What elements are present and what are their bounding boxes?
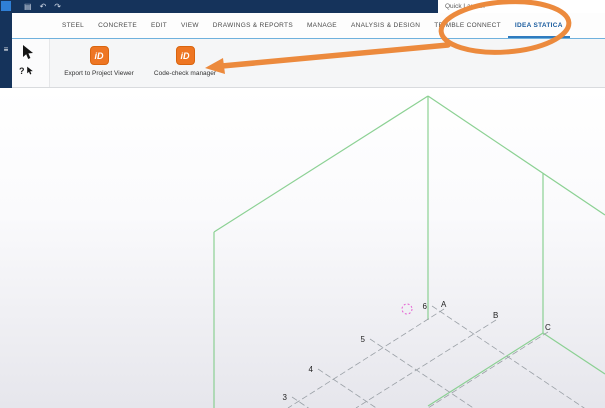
idea-statica-logo-icon: iD <box>176 46 195 65</box>
ribbon-tab-bar: STEEL CONCRETE EDIT VIEW DRAWINGS & REPO… <box>12 13 605 39</box>
ribbon-toolbar: ? iD Export to Project Viewer iD Code-ch… <box>12 39 605 88</box>
export-to-project-viewer-button[interactable]: iD Export to Project Viewer <box>56 39 142 87</box>
grid-label-5: 5 <box>361 335 366 344</box>
tab-view[interactable]: VIEW <box>174 13 206 38</box>
grid-label-c: C <box>545 323 551 332</box>
tab-drawings-reports[interactable]: DRAWINGS & REPORTS <box>206 13 300 38</box>
help-cursor-icon[interactable]: ? <box>19 66 34 76</box>
idea-statica-logo-icon: iD <box>90 46 109 65</box>
tab-concrete[interactable]: CONCRETE <box>91 13 144 38</box>
tab-trimble-connect[interactable]: TRIMBLE CONNECT <box>427 13 508 38</box>
tab-edit[interactable]: EDIT <box>144 13 174 38</box>
grid-lines <box>288 306 605 408</box>
cursor-tool-panel: ? <box>12 39 50 87</box>
grid-label-a: A <box>441 300 447 309</box>
quick-launch-box[interactable]: Quick Launch <box>438 0 605 13</box>
grid-label-b: B <box>493 311 498 320</box>
tab-manage[interactable]: MANAGE <box>300 13 344 38</box>
save-icon[interactable]: ▤ <box>24 0 32 13</box>
app-logo[interactable] <box>1 1 11 11</box>
tab-analysis-design[interactable]: ANALYSIS & DESIGN <box>344 13 427 38</box>
button-label: Code-check manager <box>154 70 216 77</box>
grid-label-4: 4 <box>309 365 314 374</box>
mini-cursor-icon <box>26 66 34 75</box>
help-question-label: ? <box>19 66 25 76</box>
code-check-manager-button[interactable]: iD Code-check manager <box>142 39 228 87</box>
model-wireframe-svg: 6 5 4 3 A B C <box>0 88 605 408</box>
left-nav-strip: ≡ <box>0 0 12 88</box>
model-viewport[interactable]: 6 5 4 3 A B C <box>0 88 605 408</box>
grid-label-6: 6 <box>423 302 428 311</box>
quick-launch-text: Quick Launch <box>438 0 605 13</box>
title-bar: ▤ ↶ ↷ Quick Launch <box>0 0 605 13</box>
button-label: Export to Project Viewer <box>64 70 134 77</box>
undo-icon[interactable]: ↶ <box>40 0 47 13</box>
grid-labels: 6 5 4 3 A B C <box>283 300 551 402</box>
tab-idea-statica[interactable]: IDEA STATICA <box>508 13 570 38</box>
application-window: ▤ ↶ ↷ Quick Launch ≡ STEEL CONCRETE EDIT… <box>0 0 605 408</box>
model-wireframe <box>214 96 605 408</box>
idea-statica-button-group: iD Export to Project Viewer iD Code-chec… <box>56 39 228 87</box>
selection-marker <box>402 304 412 314</box>
select-cursor-icon[interactable] <box>21 44 35 60</box>
redo-icon[interactable]: ↷ <box>54 0 61 13</box>
grid-label-3: 3 <box>283 393 288 402</box>
quick-access-toolbar: ▤ ↶ ↷ <box>24 0 61 13</box>
menu-icon[interactable]: ≡ <box>0 45 12 55</box>
tab-steel[interactable]: STEEL <box>55 13 91 38</box>
